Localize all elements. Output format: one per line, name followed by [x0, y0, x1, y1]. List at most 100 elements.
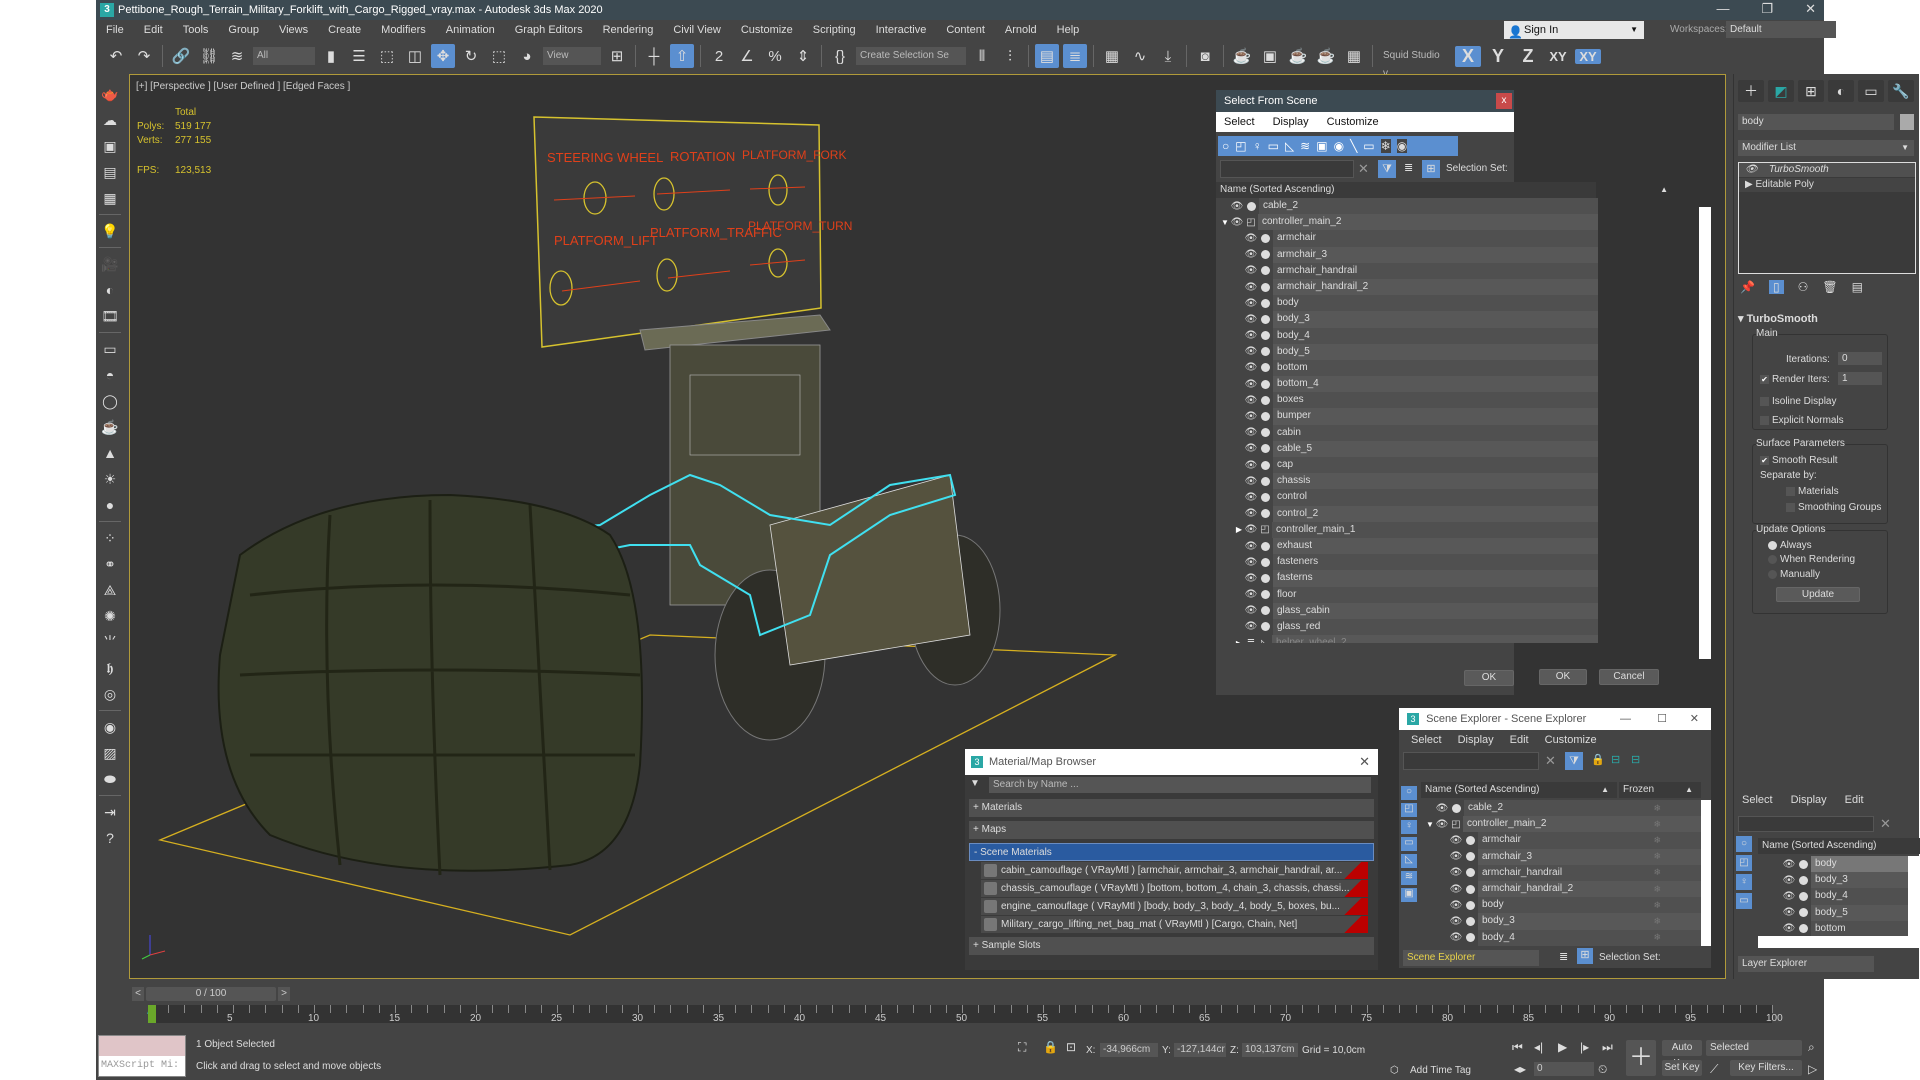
select-by-name-icon[interactable]: ☰ — [347, 44, 371, 68]
isoline-checkbox[interactable]: Isoline Display — [1760, 396, 1836, 407]
sign-in-dropdown[interactable]: 👤 Sign In ▼ — [1504, 21, 1644, 39]
container-filter-icon[interactable]: ▭ — [1363, 139, 1374, 153]
ox-icon[interactable]: ◎ — [99, 684, 121, 704]
menu-edit[interactable]: Edit — [1845, 794, 1864, 806]
list-item[interactable]: 👁 glass_red — [1216, 618, 1598, 636]
list-item[interactable]: 👁 body_4 — [1216, 327, 1598, 344]
list-item[interactable]: 👁 cap — [1216, 457, 1598, 474]
list-item[interactable]: 👁 armchair_3 ❄ — [1421, 848, 1701, 865]
frozen-toggle-icon[interactable]: ❄ — [1653, 900, 1661, 911]
proxy-icon[interactable]: ⟁ — [99, 580, 121, 600]
frozen-toggle-icon[interactable]: ❄ — [1653, 835, 1661, 846]
list-item[interactable]: 👁 cable_5 — [1216, 440, 1598, 457]
menu-create[interactable]: Create — [318, 24, 371, 36]
filter-icon[interactable]: ⧩ — [1378, 160, 1396, 178]
schematic-icon[interactable]: ⤓ — [1156, 44, 1180, 68]
show-end-result-icon[interactable]: ▯ — [1768, 280, 1784, 294]
minimize-button[interactable]: — — [1716, 0, 1729, 18]
help-icon[interactable]: ? — [99, 828, 121, 848]
make-unique-icon[interactable]: ⚇ — [1798, 280, 1809, 294]
eye-icon[interactable]: 👁 — [1782, 923, 1796, 934]
layer-search-input[interactable] — [1738, 816, 1874, 832]
eye-icon[interactable]: 👁 — [1782, 875, 1796, 886]
key-mode-dropdown[interactable]: Selected — [1706, 1040, 1802, 1056]
list-item[interactable]: ▼ 👁 ◰ controller_main_2 — [1216, 214, 1598, 231]
maps-section[interactable]: + Maps — [969, 821, 1374, 839]
axis-constraint-button[interactable]: XY — [1575, 48, 1601, 64]
menu-tools[interactable]: Tools — [173, 24, 219, 36]
eye-icon[interactable]: 👁 — [1745, 164, 1758, 175]
update-button[interactable]: Update — [1776, 587, 1860, 602]
render-icon[interactable]: ☕ — [1286, 44, 1310, 68]
pivot-icon[interactable]: ⊞ — [605, 44, 629, 68]
eye-icon[interactable]: 👁 — [1449, 884, 1463, 895]
eye-icon[interactable]: 👁 — [1244, 541, 1258, 552]
eye-icon[interactable]: 👁 — [1230, 217, 1244, 228]
utilities-tab-icon[interactable]: 🔧 — [1888, 80, 1914, 102]
clear-search-icon[interactable]: ✕ — [1545, 753, 1556, 769]
shape-filter-icon[interactable]: ◰ — [1736, 855, 1752, 871]
helper-filter-icon[interactable]: ◺ — [1285, 139, 1294, 153]
particles-icon[interactable]: ⁘ — [99, 528, 121, 548]
remove-modifier-icon[interactable]: 🗑 — [1822, 280, 1837, 294]
configure-sets-icon[interactable]: ▤ — [1852, 280, 1863, 294]
manipulate-icon[interactable]: ┼ — [642, 44, 666, 68]
ok-button[interactable]: OK — [1464, 670, 1514, 686]
fur-icon[interactable]: ✺ — [99, 606, 121, 626]
list-item[interactable]: 👁 boxes — [1216, 392, 1598, 409]
eye-icon[interactable]: 👁 — [1244, 346, 1258, 357]
list-item[interactable]: 👁 body_3 — [1758, 872, 1908, 889]
list-item[interactable]: 👁 body_4 — [1758, 888, 1908, 905]
explicit-normals-checkbox[interactable]: Explicit Normals — [1760, 415, 1844, 426]
teapot-icon[interactable]: 🫖 — [99, 84, 121, 104]
ies-light-icon[interactable]: ▲ — [99, 443, 121, 463]
eye-icon[interactable]: 👁 — [1449, 835, 1463, 846]
close-button[interactable]: ✕ — [1805, 0, 1816, 18]
frozen-toggle-icon[interactable]: ❄ — [1653, 851, 1661, 862]
eye-icon[interactable]: 👁 — [1244, 362, 1258, 373]
render-setup-icon[interactable]: ☕ — [1230, 44, 1254, 68]
eye-icon[interactable]: 👁 — [1244, 492, 1258, 503]
menu-edit[interactable]: Edit — [1510, 734, 1529, 746]
list-item[interactable]: 👁 chassis — [1216, 473, 1598, 490]
scene-explorer-dropdown[interactable]: Scene Explorer — [1403, 950, 1539, 966]
list-item[interactable]: 👁 body_5 — [1216, 343, 1598, 360]
eye-icon[interactable]: 👁 — [1244, 233, 1258, 244]
menu-arnold[interactable]: Arnold — [995, 24, 1047, 36]
menu-modifiers[interactable]: Modifiers — [371, 24, 436, 36]
x-coordinate-field[interactable]: -34,966cm — [1100, 1043, 1158, 1057]
render-region-icon[interactable]: ▦ — [1342, 44, 1366, 68]
layer-explorer-toggle-icon[interactable]: ≣ — [1063, 44, 1087, 68]
cloud-icon[interactable]: ☁ — [99, 110, 121, 130]
dome-light-icon[interactable]: ◓ — [99, 365, 121, 385]
z-coordinate-field[interactable]: 103,137cm — [1242, 1043, 1298, 1057]
eye-icon[interactable]: 👁 — [1244, 298, 1258, 309]
eye-icon[interactable]: 👁 — [1244, 443, 1258, 454]
list-item[interactable]: 👁 bumper — [1216, 408, 1598, 425]
rotate-icon[interactable]: ↻ — [459, 44, 483, 68]
geometry-filter-icon[interactable]: ○ — [1736, 836, 1752, 852]
motion-tab-icon[interactable]: ◐ — [1828, 80, 1854, 102]
auto-key-button[interactable]: Auto Key — [1662, 1040, 1702, 1069]
minimize-button[interactable]: — — [1620, 708, 1631, 730]
axis-z-button[interactable]: Z — [1515, 46, 1541, 67]
list-item[interactable]: 👁 cable_2 ❄ — [1421, 800, 1701, 817]
selection-filter-dropdown[interactable]: All — [253, 47, 315, 65]
scale-icon[interactable]: ⬚ — [487, 44, 511, 68]
prev-key-icon[interactable]: ◂| — [1534, 1040, 1543, 1054]
hierarchy-icon[interactable]: ⊞ — [1577, 948, 1593, 964]
studio-dropdown[interactable]: Squid Studio v — [1379, 47, 1451, 79]
sun-icon[interactable]: ☀ — [99, 469, 121, 489]
menu-display[interactable]: Display — [1458, 734, 1494, 746]
menu-display[interactable]: Display — [1273, 116, 1309, 128]
material-item[interactable]: engine_camouflage ( VRayMtl ) [body, bod… — [981, 898, 1368, 915]
scene-search-input[interactable] — [1403, 752, 1539, 770]
display-tab-icon[interactable]: ▭ — [1858, 80, 1884, 102]
layer-name-column-header[interactable]: Name (Sorted Ascending) — [1758, 838, 1920, 854]
frozen-toggle-icon[interactable]: ❄ — [1653, 803, 1661, 814]
iterations-spinner[interactable]: 0 — [1838, 352, 1882, 365]
list-item[interactable]: 👁 glass_cabin — [1216, 602, 1598, 619]
transform-mode-icon[interactable]: ⊡ — [1066, 1040, 1076, 1054]
eye-icon[interactable]: 👁 — [1244, 395, 1258, 406]
key-filters-button[interactable]: Key Filters... — [1730, 1060, 1802, 1076]
